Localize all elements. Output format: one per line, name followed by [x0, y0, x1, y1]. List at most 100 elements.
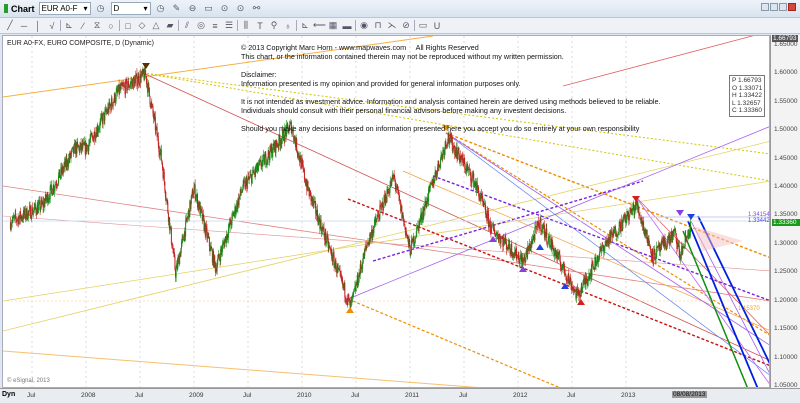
price-candle: [148, 87, 150, 96]
esignal-watermark: © eSignal, 2013: [7, 378, 50, 384]
drawing-tool-button[interactable]: ≡: [209, 21, 221, 31]
drawing-tool-button[interactable]: ⚲: [268, 20, 280, 31]
minimize-button[interactable]: [770, 3, 778, 11]
y-tick-label: 1.35000: [774, 211, 798, 219]
circle-icon[interactable]: ⊙: [219, 3, 231, 15]
x-tick-label: 2013: [621, 392, 636, 399]
message-icon[interactable]: ▭: [203, 3, 215, 15]
drawing-tool-button[interactable]: ⫼: [240, 20, 252, 31]
price-candle: [638, 207, 640, 214]
price-candle: [309, 190, 311, 193]
price-candle: [251, 174, 253, 184]
drawing-tool-button[interactable]: ⧖: [91, 20, 103, 31]
trendline: [445, 132, 769, 375]
drawing-tool-button[interactable]: ⫽: [181, 20, 193, 31]
link-icon[interactable]: ⚯: [251, 3, 263, 15]
trendline: [3, 350, 478, 387]
symbol-input[interactable]: EUR A0-F ▾: [38, 2, 91, 15]
x-tick-label: Jul: [351, 392, 360, 399]
drawing-tool-button[interactable]: ▦: [327, 20, 339, 31]
drawing-tool-button[interactable]: │: [32, 21, 44, 31]
price-axis[interactable]: 1.66793 1.33360 1.65000 1.60000 1.55000 1.5…: [770, 35, 800, 389]
pivot-high-marker: [142, 63, 150, 69]
y-tick-label: 1.20000: [774, 296, 798, 304]
price-candle: [690, 222, 692, 233]
drawing-tool-button[interactable]: ◎: [195, 20, 207, 31]
mode-label[interactable]: Dyn: [2, 391, 15, 398]
drawing-tool-button[interactable]: ◇: [136, 20, 148, 31]
drawing-tool-button[interactable]: ○: [105, 21, 117, 31]
price-candle: [344, 283, 346, 298]
refresh-icon[interactable]: ◷: [155, 3, 167, 15]
drawing-tool-button[interactable]: ⊾: [299, 20, 311, 31]
restore-button[interactable]: [761, 3, 769, 11]
ohlc-open: O 1.33071: [732, 84, 763, 92]
interval-input[interactable]: D ▾: [110, 2, 151, 15]
drawing-tool-button[interactable]: ⊓: [372, 20, 384, 31]
minus-circle-icon[interactable]: ⊖: [187, 3, 199, 15]
line-label: 1.15370: [738, 306, 760, 312]
circle-icon-2[interactable]: ⊙: [235, 3, 247, 15]
y-tick-label: 1.45000: [774, 154, 798, 162]
price-candle: [112, 102, 114, 107]
drawing-tool-button[interactable]: ⟵: [313, 20, 326, 31]
trendline: [347, 198, 769, 366]
price-candle: [221, 244, 223, 252]
drawing-tool-button[interactable]: ⋋: [386, 20, 398, 31]
price-candle: [264, 157, 266, 165]
drawing-tool-button[interactable]: ⊾: [63, 20, 75, 31]
drawing-tool-button[interactable]: △: [150, 20, 162, 31]
ohlc-box: P 1.66793 O 1.33071 H 1.33422 L 1.32657 …: [729, 75, 766, 117]
symbol-label: EUR A0-FX, EURO COMPOSITE, D (Dynamic): [7, 40, 155, 47]
price-candle: [137, 82, 139, 87]
drawing-toolbar: ╱ ─ │ √ ⊾ ⁄ ⧖ ○ □ ◇ △ ▰ ⫽ ◎ ≡ ☰ ⫼ T ⚲ ♁ ⊾ ⟵ ▦ ▬ ◉ ⊓ ⋋ ⊘ ▭ U: [0, 18, 800, 34]
trendline: [347, 126, 769, 300]
price-candle: [552, 242, 554, 248]
drawing-tool-button[interactable]: ♁: [282, 21, 294, 31]
time-axis[interactable]: Dyn 08/08/2013 Jul 2008 Jul 2009 Jul 2010 Jul 2…: [0, 388, 800, 403]
price-candle: [160, 148, 162, 160]
drawing-tool-button[interactable]: ☰: [223, 20, 235, 31]
drawing-tool-button[interactable]: ▬: [341, 21, 353, 31]
x-tick-label: 2009: [189, 392, 204, 399]
price-candle: [104, 110, 106, 121]
drawing-tool-button[interactable]: ▰: [164, 20, 176, 31]
close-button[interactable]: [788, 3, 796, 11]
drawing-tool-button[interactable]: T: [254, 21, 266, 31]
x-tick-label: 2010: [297, 392, 312, 399]
drawing-tool-button[interactable]: √: [46, 21, 58, 31]
window-title: Chart: [4, 4, 35, 14]
price-candle: [652, 248, 654, 262]
x-tick-label: 2012: [513, 392, 528, 399]
price-candle: [398, 195, 400, 201]
drawing-tool-button[interactable]: ─: [18, 21, 30, 31]
price-candle: [546, 228, 548, 244]
drawing-tool-button[interactable]: ▭: [417, 20, 429, 31]
drawing-tool-button[interactable]: □: [122, 21, 134, 31]
current-date-label: 08/08/2013: [672, 391, 707, 398]
drawing-tool-button[interactable]: ╱: [4, 20, 16, 31]
y-tick-label: 1.10000: [774, 353, 798, 361]
drawing-tool-button[interactable]: ◉: [358, 20, 370, 31]
drawing-tool-button[interactable]: ⁄: [77, 21, 89, 31]
x-tick-label: Jul: [135, 392, 144, 399]
x-tick-label: 2008: [81, 392, 96, 399]
pivot-low-marker: [346, 307, 354, 313]
pencil-icon[interactable]: ✎: [171, 3, 183, 15]
trendline: [3, 215, 769, 272]
y-tick-label: 1.15000: [774, 325, 798, 333]
toolbar-separator: [414, 20, 415, 31]
clock-icon[interactable]: ◷: [95, 3, 107, 15]
drawing-tool-button[interactable]: ⊘: [400, 20, 412, 31]
x-tick-label: 2011: [405, 392, 419, 399]
chart-area[interactable]: EUR A0-FX, EURO COMPOSITE, D (Dynamic) ©…: [2, 35, 770, 388]
price-candle: [148, 83, 150, 88]
price-candle: [115, 91, 117, 101]
price-candle: [111, 98, 113, 105]
trendline: [347, 298, 560, 387]
price-candle: [120, 85, 122, 90]
drawing-tool-button[interactable]: U: [431, 21, 443, 31]
price-candle: [303, 169, 305, 180]
maximize-button[interactable]: [779, 3, 787, 11]
price-candle: [325, 231, 327, 243]
